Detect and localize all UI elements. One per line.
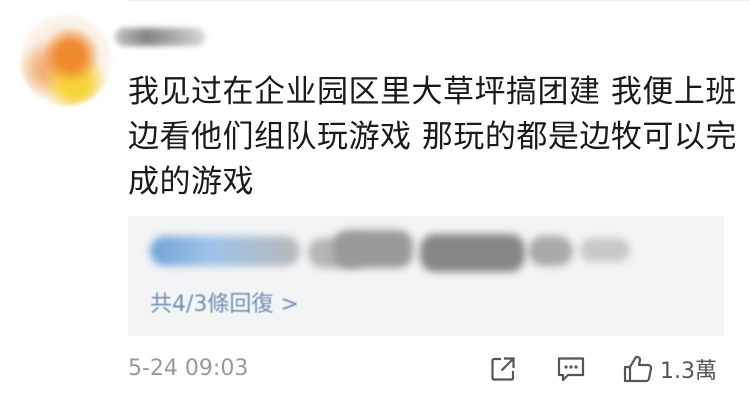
top-divider (128, 0, 750, 1)
reply-redacted-segment (420, 234, 525, 272)
like-button[interactable]: 1.3萬 (622, 352, 732, 386)
thumbs-up-icon (622, 354, 654, 384)
comment-timestamp: 5-24 09:03 (128, 356, 249, 381)
share-icon (489, 355, 517, 383)
reply-redacted-segment (528, 236, 573, 266)
comment-button[interactable] (556, 352, 586, 386)
avatar[interactable] (20, 14, 112, 106)
username-redacted[interactable] (115, 28, 205, 46)
view-all-replies-link[interactable]: 共4/3條回復 > (150, 286, 299, 318)
reply-redacted-segment (580, 238, 630, 262)
share-button[interactable] (489, 352, 519, 386)
like-count: 1.3萬 (660, 359, 717, 384)
comment-text: 我见过在企业园区里大草坪搞团建 我便上班边看他们组队玩游戏 那玩的都是边牧可以完… (128, 74, 737, 200)
reply-redacted-segment (333, 230, 413, 268)
reply-preview-box[interactable]: 共4/3條回復 > (128, 216, 724, 336)
reply-redacted-segment (150, 236, 300, 266)
comment-icon (556, 355, 586, 383)
